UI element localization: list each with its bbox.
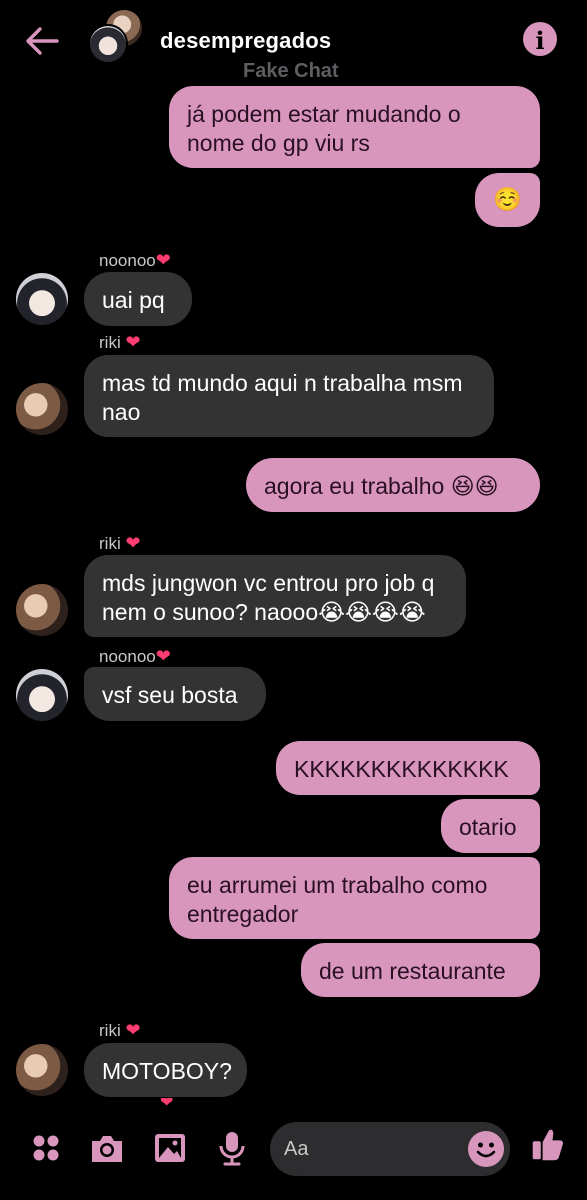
chat-title[interactable]: desempregados xyxy=(160,28,331,54)
apps-grid-icon[interactable] xyxy=(28,1130,64,1166)
avatar-riki[interactable] xyxy=(16,584,68,636)
microphone-icon[interactable] xyxy=(214,1130,250,1166)
message-text: mas td mundo aqui n trabalha msm nao xyxy=(102,370,463,425)
avatar-noonoo[interactable] xyxy=(16,669,68,721)
emoji-icon[interactable] xyxy=(468,1131,504,1167)
sender-name: riki ❤ xyxy=(99,533,141,553)
heart-icon: ❤ xyxy=(160,1098,174,1108)
message-text: uai pq xyxy=(102,287,165,313)
incoming-message[interactable]: vsf seu bosta xyxy=(84,667,266,721)
group-avatar[interactable] xyxy=(88,8,148,66)
avatar-riki[interactable] xyxy=(16,1044,68,1096)
message-input[interactable]: Aa xyxy=(270,1122,510,1176)
back-arrow-icon[interactable] xyxy=(24,26,60,56)
chat-subtitle: Fake Chat xyxy=(243,60,339,82)
message-text: eu arrumei um trabalho como entregador xyxy=(187,872,488,927)
outgoing-message[interactable]: agora eu trabalho 😆😆 xyxy=(246,458,540,512)
camera-icon[interactable] xyxy=(89,1130,125,1166)
sender-name: noonoo❤ xyxy=(99,646,171,666)
message-text: já podem estar mudando o nome do gp viu … xyxy=(187,101,461,156)
chat-header: desempregados Fake Chat i xyxy=(0,0,587,84)
message-composer: Aa xyxy=(0,1110,587,1200)
incoming-message[interactable]: mas td mundo aqui n trabalha msm nao xyxy=(84,355,494,437)
info-icon[interactable]: i xyxy=(523,22,557,56)
message-text: mds jungwon vc entrou pro job q nem o su… xyxy=(102,570,435,625)
sender-name: riki ❤ xyxy=(99,1020,141,1040)
message-text: de um restaurante xyxy=(319,958,506,984)
message-text: otario xyxy=(459,814,517,840)
incoming-message[interactable]: mds jungwon vc entrou pro job q nem o su… xyxy=(84,555,466,637)
message-text: MOTOBOY? xyxy=(102,1058,232,1084)
message-text: vsf seu bosta xyxy=(102,682,238,708)
incoming-message[interactable]: MOTOBOY? xyxy=(84,1043,247,1097)
outgoing-message[interactable]: já podem estar mudando o nome do gp viu … xyxy=(169,86,540,168)
gallery-icon[interactable] xyxy=(152,1130,188,1166)
group-avatar-member-2 xyxy=(88,24,128,64)
sender-name: riki ❤ xyxy=(99,332,141,352)
incoming-message[interactable]: uai pq xyxy=(84,272,192,326)
outgoing-message[interactable]: de um restaurante xyxy=(301,943,540,997)
thumbs-up-icon[interactable] xyxy=(530,1126,568,1166)
outgoing-message[interactable]: ☺️ xyxy=(475,173,540,227)
sender-name: noonoo❤ xyxy=(99,250,171,270)
outgoing-message[interactable]: KKKKKKKKKKKKKK xyxy=(276,741,540,795)
outgoing-message[interactable]: otario xyxy=(441,799,540,853)
avatar-riki[interactable] xyxy=(16,383,68,435)
message-input-placeholder: Aa xyxy=(284,1138,309,1160)
outgoing-message[interactable]: eu arrumei um trabalho como entregador xyxy=(169,857,540,939)
message-text: agora eu trabalho 😆😆 xyxy=(264,473,499,499)
message-text: KKKKKKKKKKKKKK xyxy=(294,756,509,782)
avatar-noonoo[interactable] xyxy=(16,273,68,325)
message-text: ☺️ xyxy=(493,186,522,212)
